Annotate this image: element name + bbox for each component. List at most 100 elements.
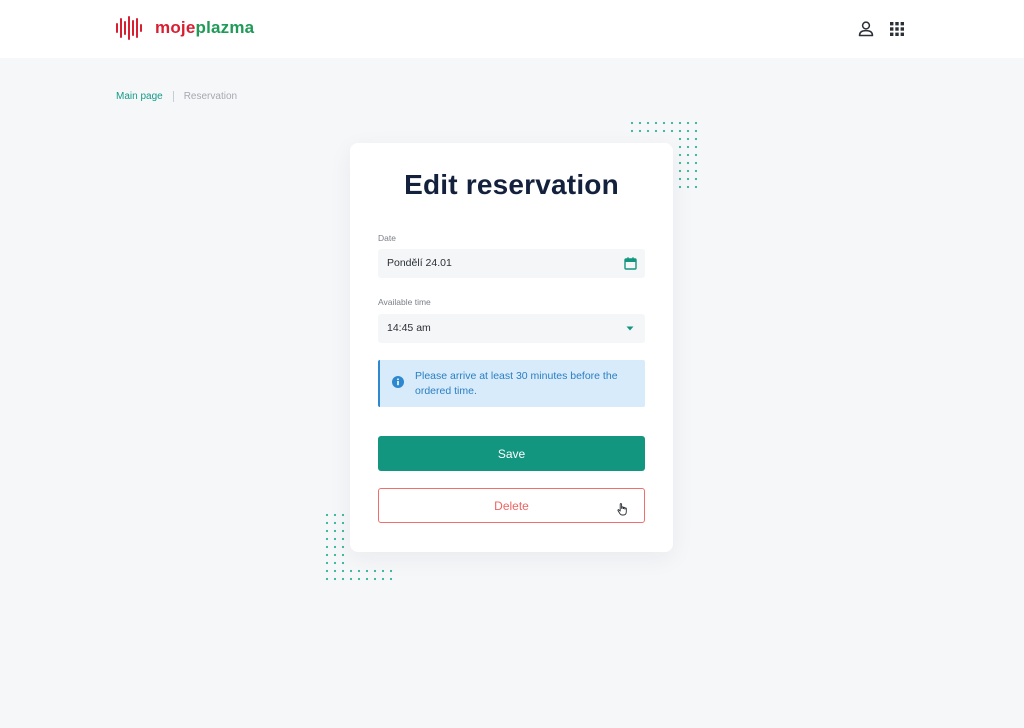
decorative-dot — [333, 561, 337, 565]
top-header: mojeplazma — [0, 0, 1024, 58]
decorative-dot — [357, 577, 361, 581]
decorative-dot — [325, 537, 329, 541]
decorative-dot — [365, 569, 369, 573]
decorative-dot — [325, 521, 329, 525]
apps-grid-icon[interactable] — [887, 19, 907, 39]
decorative-dot — [686, 153, 690, 157]
decorative-dot — [373, 569, 377, 573]
breadcrumb-main-page[interactable]: Main page — [116, 91, 163, 102]
decorative-dot — [686, 129, 690, 133]
decorative-dot — [325, 513, 329, 517]
date-value: Pondělí 24.01 — [387, 257, 452, 269]
decorative-dot — [341, 577, 345, 581]
decorative-dot — [381, 577, 385, 581]
decorative-dot — [325, 561, 329, 565]
decorative-dot — [694, 169, 698, 173]
decorative-dot — [325, 553, 329, 557]
decorative-dot — [325, 577, 329, 581]
decorative-dot — [686, 169, 690, 173]
decorative-dot — [670, 121, 674, 125]
decorative-dot — [678, 153, 682, 157]
decorative-dot — [638, 121, 642, 125]
decorative-dot — [686, 177, 690, 181]
date-label: Date — [378, 233, 396, 243]
decorative-dot — [694, 153, 698, 157]
decorative-dot — [686, 185, 690, 189]
decorative-dot — [638, 129, 642, 133]
brand-logo[interactable]: mojeplazma — [115, 16, 254, 40]
decorative-dot — [333, 513, 337, 517]
decorative-dot — [381, 569, 385, 573]
decorative-dot — [678, 137, 682, 141]
decorative-dot — [325, 545, 329, 549]
info-notice: Please arrive at least 30 minutes before… — [378, 360, 645, 407]
decorative-dot — [341, 545, 345, 549]
decorative-dot — [694, 145, 698, 149]
logo-wave-icon — [116, 16, 142, 40]
decorative-dot — [630, 129, 634, 133]
caret-down-icon — [626, 326, 634, 331]
info-icon — [392, 376, 404, 388]
save-button[interactable]: Save — [378, 436, 645, 471]
decorative-dot — [694, 185, 698, 189]
available-time-label: Available time — [378, 297, 431, 307]
decorative-dot — [686, 161, 690, 165]
decorative-dot — [333, 521, 337, 525]
decorative-dot — [357, 569, 361, 573]
decorative-dot — [373, 577, 377, 581]
decorative-dot — [678, 161, 682, 165]
decorative-dot — [670, 129, 674, 133]
breadcrumb-separator — [172, 91, 174, 102]
breadcrumb-current: Reservation — [183, 91, 238, 102]
decorative-dot — [678, 121, 682, 125]
decorative-dot — [333, 529, 337, 533]
decorative-dot — [678, 185, 682, 189]
hand-cursor-icon — [617, 503, 627, 516]
decorative-dot — [341, 561, 345, 565]
breadcrumb: Main page Reservation — [116, 91, 237, 102]
decorative-dot — [389, 577, 393, 581]
decorative-dot — [349, 577, 353, 581]
decorative-dot — [630, 121, 634, 125]
decorative-dot — [333, 537, 337, 541]
decorative-dot — [678, 129, 682, 133]
decorative-dot — [389, 569, 393, 573]
decorative-dot — [646, 121, 650, 125]
page-title: Edit reservation — [404, 169, 619, 200]
decorative-dot — [694, 121, 698, 125]
decorative-dot — [678, 169, 682, 173]
brand-name: mojeplazma — [155, 16, 254, 40]
decorative-dot — [686, 137, 690, 141]
decorative-dot — [694, 129, 698, 133]
decorative-dot — [646, 129, 650, 133]
brand-name-part1: moje — [155, 18, 196, 37]
decorative-dot — [678, 145, 682, 149]
decorative-dot — [662, 129, 666, 133]
decorative-dot — [341, 569, 345, 573]
calendar-icon[interactable] — [624, 257, 637, 270]
decorative-dot — [325, 569, 329, 573]
date-field[interactable]: Pondělí 24.01 — [378, 249, 645, 278]
available-time-value: 14:45 am — [387, 322, 431, 334]
decorative-dot — [333, 577, 337, 581]
decorative-dot — [654, 121, 658, 125]
decorative-dot — [694, 137, 698, 141]
decorative-dot — [686, 145, 690, 149]
delete-button[interactable]: Delete — [378, 488, 645, 523]
decorative-dot — [694, 177, 698, 181]
decorative-dot — [341, 553, 345, 557]
decorative-dot — [333, 553, 337, 557]
decorative-dot — [341, 537, 345, 541]
decorative-dot — [341, 521, 345, 525]
decorative-dot — [333, 545, 337, 549]
decorative-dot — [654, 129, 658, 133]
decorative-dot — [349, 569, 353, 573]
decorative-dot — [341, 529, 345, 533]
available-time-select[interactable]: 14:45 am — [378, 314, 645, 343]
user-icon[interactable] — [856, 19, 876, 39]
brand-name-part2: plazma — [195, 18, 255, 37]
decorative-dot — [333, 569, 337, 573]
decorative-dot — [694, 161, 698, 165]
info-text: Please arrive at least 30 minutes before… — [415, 370, 618, 397]
decorative-dot — [325, 529, 329, 533]
